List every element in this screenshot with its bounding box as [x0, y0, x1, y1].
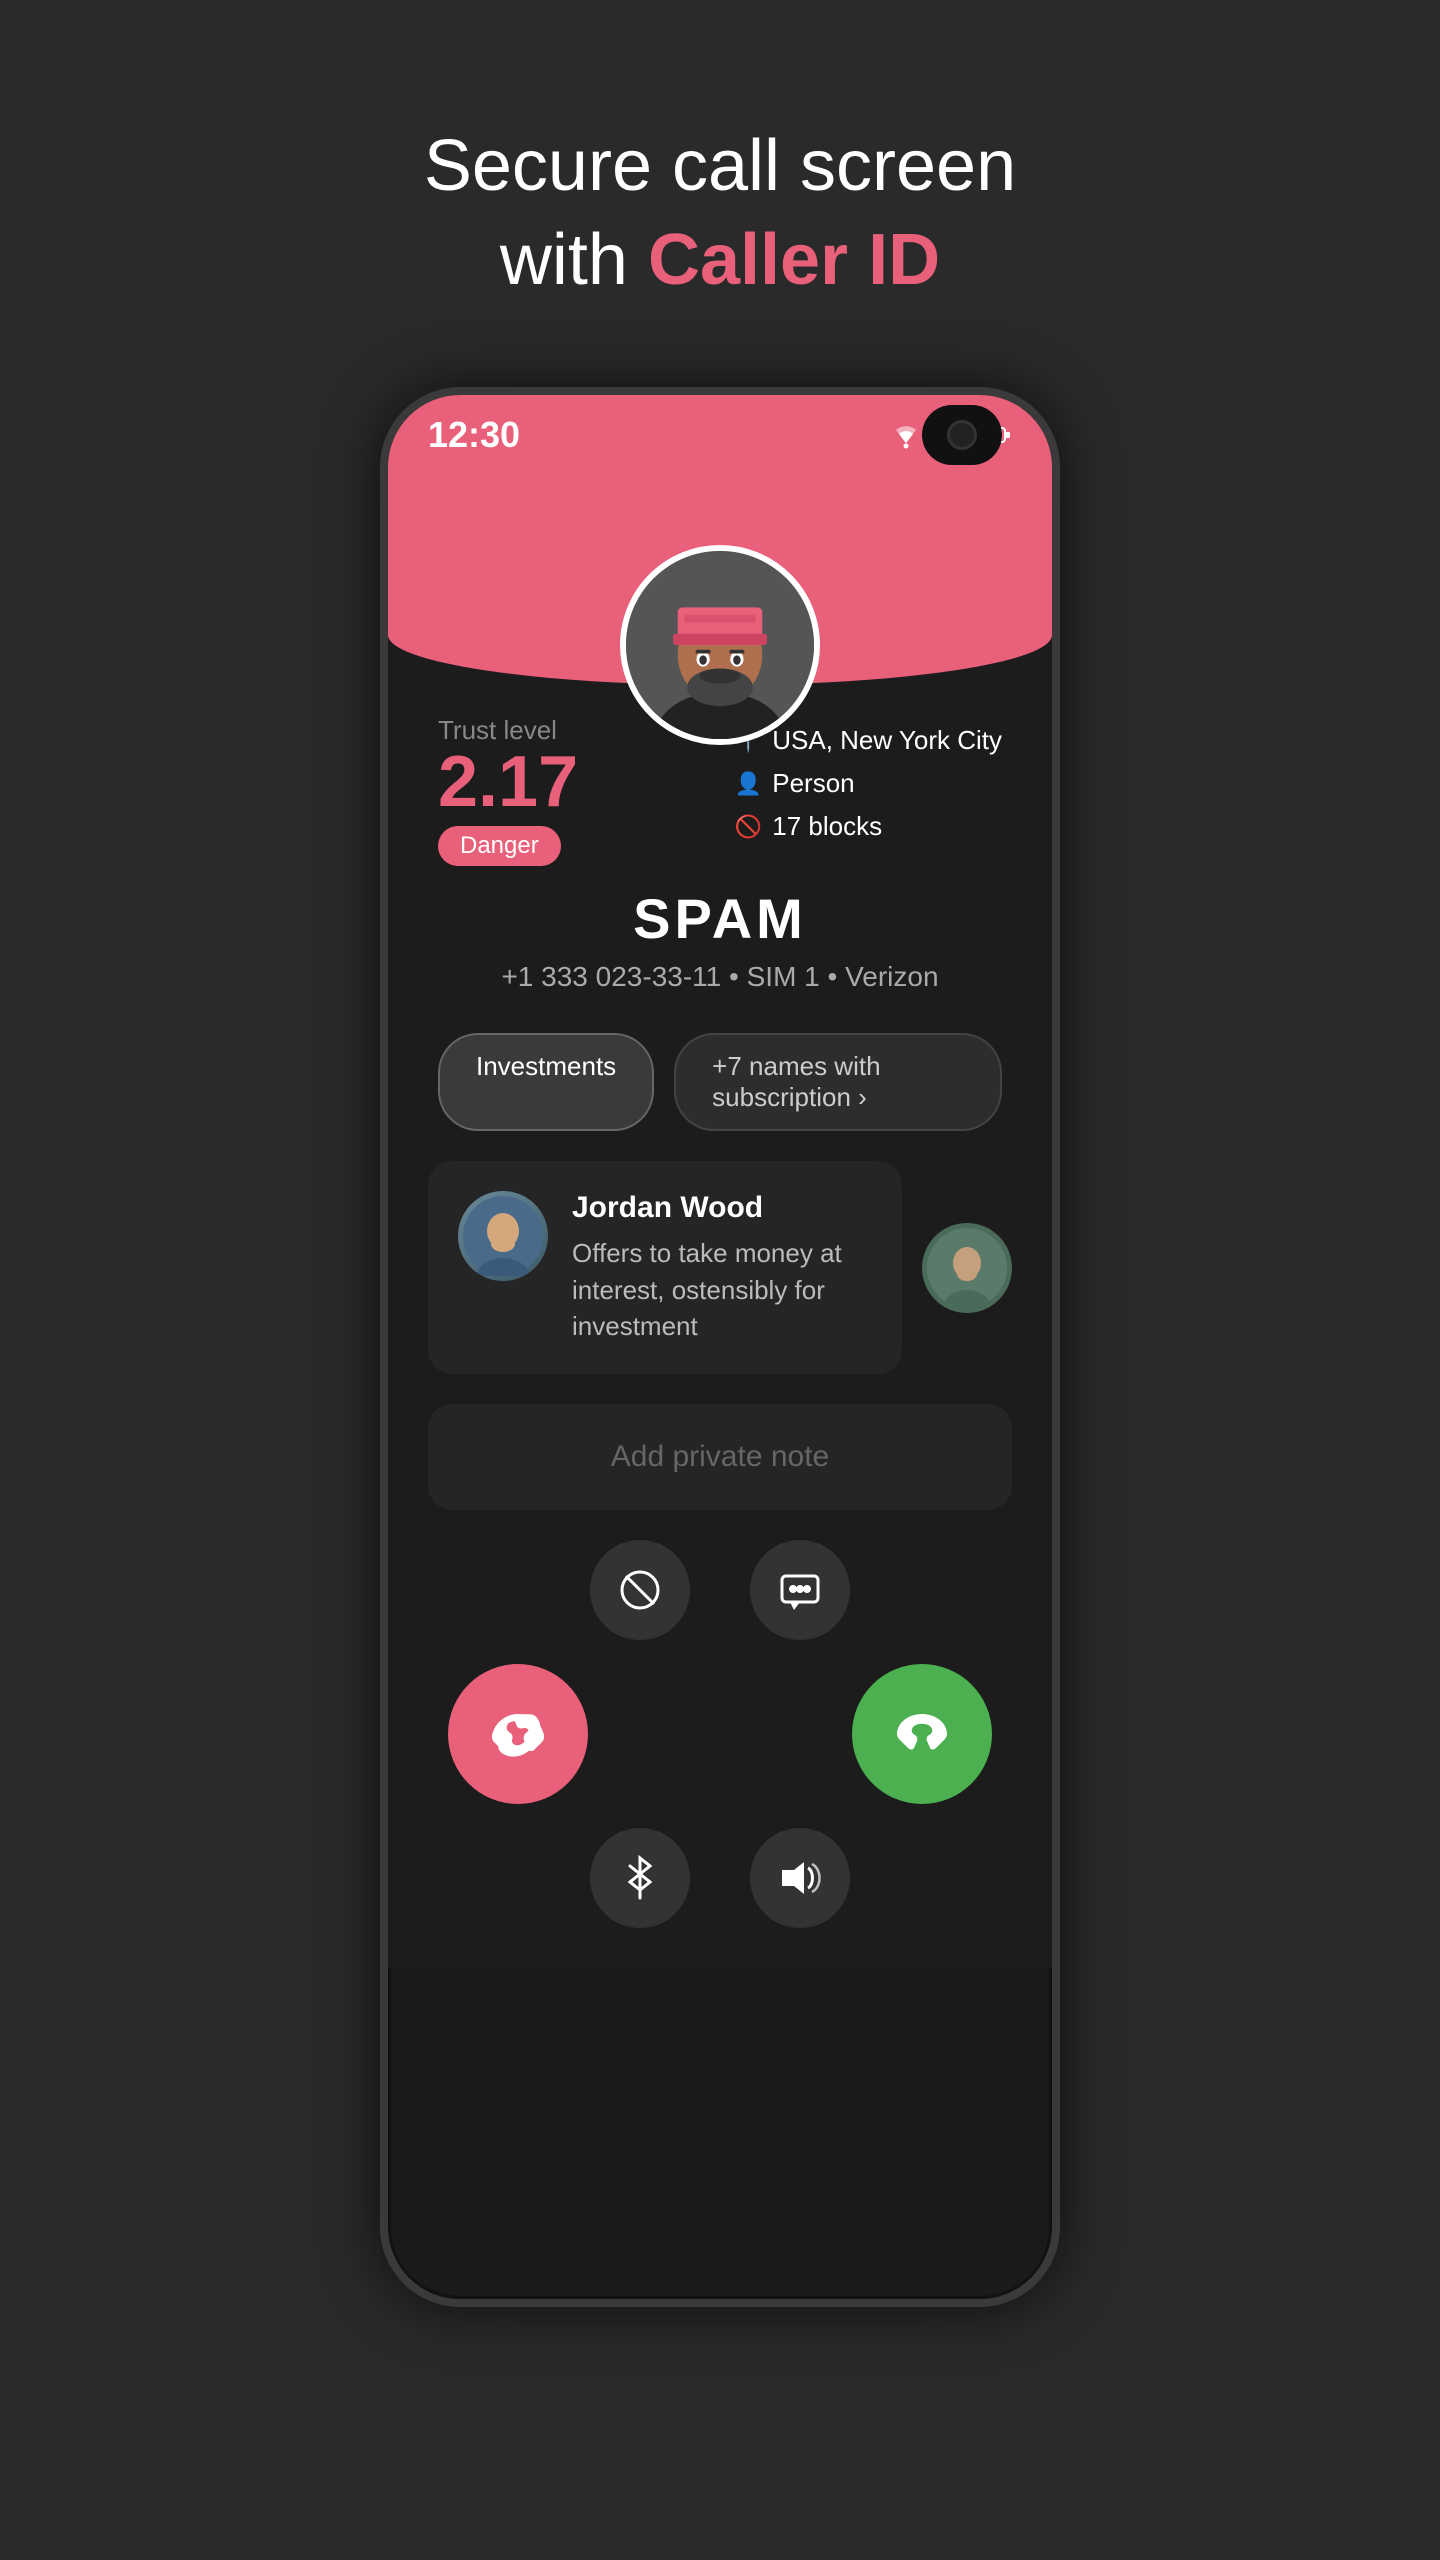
bottom-actions	[388, 1510, 1052, 1968]
tags-row: Investments +7 names with subscription ›	[388, 1033, 1052, 1131]
tag-subscription[interactable]: +7 names with subscription ›	[674, 1033, 1002, 1131]
status-time: 12:30	[428, 414, 520, 456]
add-note-area[interactable]: Add private note	[428, 1404, 1012, 1510]
camera-notch	[922, 405, 1002, 465]
reviewer-avatar	[458, 1191, 548, 1281]
blocks-text: 17 blocks	[772, 811, 882, 842]
block-icon: 🚫	[735, 814, 762, 840]
status-bar: 12:30	[388, 395, 1052, 475]
location-detail: 📍 USA, New York City	[735, 725, 1002, 756]
decline-button[interactable]	[448, 1664, 588, 1804]
avatar-image	[626, 551, 814, 739]
top-action-row	[428, 1540, 1012, 1640]
location-text: USA, New York City	[772, 725, 1002, 756]
tag-investments[interactable]: Investments	[438, 1033, 654, 1131]
caller-name: SPAM	[633, 886, 807, 951]
comment-card: Jordan Wood Offers to take money at inte…	[428, 1161, 902, 1374]
comment-text: Offers to take money at interest, ostens…	[572, 1235, 872, 1344]
add-note-placeholder: Add private note	[611, 1440, 829, 1474]
details-panel: 📍 USA, New York City 👤 Person 🚫 17 block…	[735, 725, 1002, 842]
trust-value: 2.17	[438, 746, 578, 818]
wifi-icon	[888, 421, 924, 449]
person-detail: 👤 Person	[735, 768, 1002, 799]
trust-panel: Trust level 2.17 Danger	[438, 715, 578, 866]
side-avatar	[922, 1223, 1012, 1313]
blocks-detail: 🚫 17 blocks	[735, 811, 1002, 842]
caller-number: +1 333 023-33-11 • SIM 1 • Verizon	[501, 961, 938, 993]
page-title: Secure call screen with Caller ID	[424, 120, 1016, 307]
comment-section: Jordan Wood Offers to take money at inte…	[428, 1161, 1012, 1374]
person-text: Person	[772, 768, 854, 799]
bottom-action-row	[428, 1828, 1012, 1928]
phone-frame: 12:30	[380, 387, 1060, 2307]
comment-content: Jordan Wood Offers to take money at inte…	[572, 1191, 872, 1344]
volume-button[interactable]	[750, 1828, 850, 1928]
danger-badge: Danger	[438, 826, 561, 866]
block-button[interactable]	[590, 1540, 690, 1640]
main-action-row	[428, 1664, 1012, 1804]
person-icon: 👤	[735, 771, 762, 797]
reviewer-name: Jordan Wood	[572, 1191, 872, 1225]
phone-content: Trust level 2.17 Danger 📍 USA, New York …	[388, 635, 1052, 1968]
bluetooth-button[interactable]	[590, 1828, 690, 1928]
message-button[interactable]	[750, 1540, 850, 1640]
avatar	[620, 545, 820, 745]
accept-button[interactable]	[852, 1664, 992, 1804]
camera-lens	[947, 420, 977, 450]
